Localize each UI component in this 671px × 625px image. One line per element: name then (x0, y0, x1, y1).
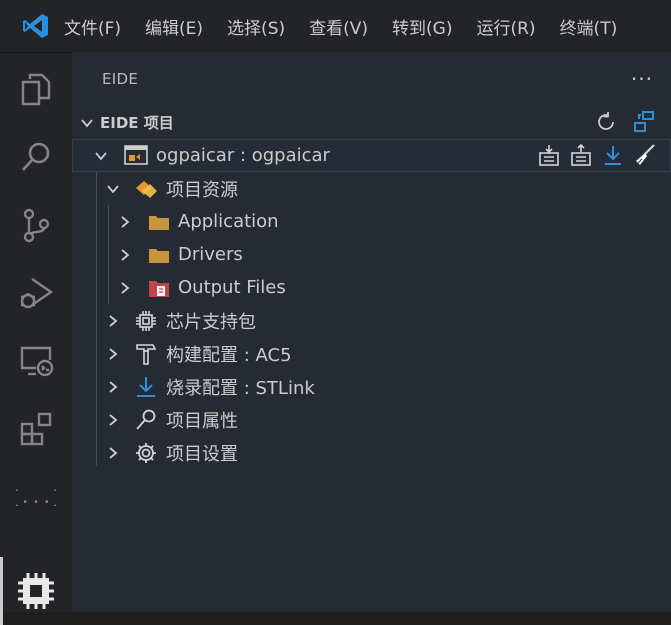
tree-item-label: 构建配置 : AC5 (166, 344, 292, 366)
output-folder-icon (148, 278, 170, 298)
chevron-right-icon (109, 314, 118, 327)
project-root-item[interactable]: ogpaicar : ogpaicar (72, 139, 671, 172)
sidebar-title: EIDE (102, 70, 139, 88)
chevron-down-icon (95, 151, 107, 160)
hammer-icon (134, 342, 158, 366)
chevron-right-icon (121, 215, 130, 228)
title-menubar: 文件(F) 编辑(E) 选择(S) 查看(V) 转到(G) 运行(R) 终端(T… (0, 0, 671, 52)
menu-terminal[interactable]: 终端(T) (560, 14, 630, 39)
chevron-down-icon (81, 118, 93, 127)
more-actions-button[interactable]: ··· (631, 69, 653, 89)
tree-item-settings[interactable]: 项目设置 (72, 436, 671, 469)
menu-selection[interactable]: 选择(S) (227, 14, 297, 39)
switch-project-icon[interactable] (631, 109, 657, 135)
tree-indent-guide (96, 172, 97, 466)
explorer-icon[interactable] (0, 55, 72, 123)
menu-view[interactable]: 查看(V) (309, 14, 380, 39)
tree-item-resources[interactable]: 项目资源 (72, 172, 671, 205)
tree-item-properties[interactable]: 项目属性 (72, 403, 671, 436)
json-icon[interactable]: {...} (0, 463, 72, 531)
menu-run[interactable]: 运行(R) (476, 14, 547, 39)
gear-icon (134, 441, 158, 465)
project-icon (124, 144, 148, 167)
wrench-icon (134, 408, 158, 432)
eide-project-section-header[interactable]: EIDE 项目 (72, 106, 671, 139)
tree-item-flash-config[interactable]: 烧录配置 : STLink (72, 370, 671, 403)
sidebar-header: EIDE ··· (72, 52, 671, 106)
clean-icon[interactable] (633, 143, 657, 167)
tree-item-label: 项目资源 (166, 179, 238, 201)
search-icon[interactable] (0, 123, 72, 191)
section-title: EIDE 项目 (100, 114, 174, 132)
rebuild-icon[interactable] (569, 143, 593, 167)
activity-bar: {...} (0, 52, 72, 625)
tree-item-drivers[interactable]: Drivers (72, 238, 671, 271)
tree-item-label: 项目设置 (166, 443, 238, 465)
tree-item-application[interactable]: Application (72, 205, 671, 238)
eide-sidebar: EIDE ··· EIDE 项目 ogpaicar: ogpaicar 项目资… (72, 52, 671, 612)
source-control-icon[interactable] (0, 191, 72, 259)
tree-indent-guide (108, 205, 109, 304)
remote-explorer-icon[interactable] (0, 327, 72, 395)
folder-icon (148, 246, 170, 264)
chevron-right-icon (109, 380, 118, 393)
flash-download-icon[interactable] (601, 143, 625, 167)
build-icon[interactable] (537, 143, 561, 167)
chevron-right-icon (109, 446, 118, 459)
run-debug-icon[interactable] (0, 259, 72, 327)
eide-chip-icon[interactable] (0, 557, 72, 625)
tree-item-label: 烧录配置 : STLink (166, 377, 315, 399)
menu-go[interactable]: 转到(G) (392, 14, 464, 39)
tree-item-label: 项目属性 (166, 410, 238, 432)
project-name: ogpaicar : ogpaicar (156, 145, 330, 166)
menu-edit[interactable]: 编辑(E) (145, 14, 215, 39)
section-actions (595, 109, 657, 135)
resources-icon (134, 178, 158, 200)
chevron-right-icon (109, 347, 118, 360)
extensions-icon[interactable] (0, 395, 72, 463)
refresh-icon[interactable] (595, 111, 617, 133)
tree-item-label: Application (178, 211, 279, 232)
chevron-right-icon (121, 248, 130, 261)
chevron-right-icon (109, 413, 118, 426)
download-icon (134, 375, 158, 399)
tree-item-build-config[interactable]: 构建配置 : AC5 (72, 337, 671, 370)
project-actions (537, 143, 657, 167)
tree-item-output-files[interactable]: Output Files (72, 271, 671, 304)
chip-icon (134, 309, 158, 333)
tree-item-label: Drivers (178, 244, 243, 265)
chevron-right-icon (121, 281, 130, 294)
svg-text:{...}: {...} (16, 487, 56, 508)
chevron-down-icon (107, 184, 119, 193)
tree-item-label: 芯片支持包 (166, 311, 256, 333)
menu-file[interactable]: 文件(F) (64, 14, 133, 39)
folder-icon (148, 213, 170, 231)
vscode-logo-icon (0, 0, 72, 52)
tree-item-chip-pack[interactable]: 芯片支持包 (72, 304, 671, 337)
tree-item-label: Output Files (178, 277, 286, 298)
